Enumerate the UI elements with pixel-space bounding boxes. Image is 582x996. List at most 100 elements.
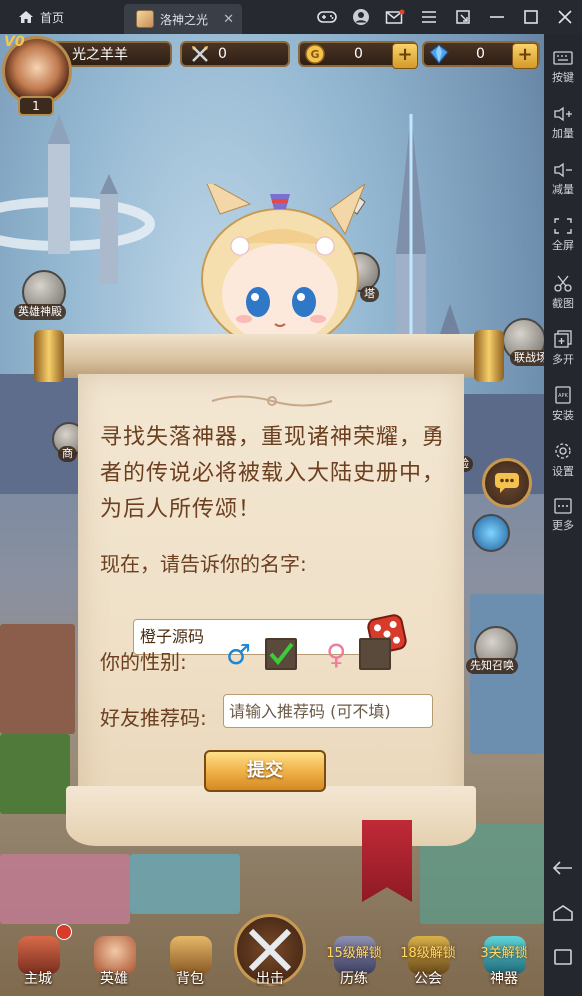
- nav-training[interactable]: 15级解锁 历练: [324, 914, 384, 996]
- crossed-swords-icon: [192, 46, 208, 62]
- scroll-left-cap: [34, 330, 64, 382]
- shop-label[interactable]: 商: [58, 446, 77, 462]
- summon-label[interactable]: 先知召唤: [466, 658, 518, 674]
- nav-bag[interactable]: 背包: [160, 914, 220, 996]
- add-gold-button[interactable]: +: [392, 43, 418, 69]
- sidebar-item-label: 安装: [552, 409, 574, 422]
- nav-label: 历练: [340, 971, 368, 987]
- teal-tent: [130, 854, 240, 914]
- sidebar-item-install-apk[interactable]: APK 安装: [544, 386, 582, 434]
- top-hud: 光之羊羊 0 G 0 + 0 +: [0, 38, 544, 70]
- mascot-girl-illustration: [200, 184, 366, 353]
- maximize-icon[interactable]: [514, 0, 548, 34]
- resize-icon[interactable]: [446, 0, 480, 34]
- sword-counter: 0: [180, 41, 290, 67]
- portal-icon[interactable]: [472, 514, 510, 552]
- submit-button[interactable]: 提交: [204, 750, 326, 792]
- sidebar-item-more[interactable]: 更多: [544, 498, 582, 546]
- name-prompt-label: 现在，请告诉你的名字:: [100, 552, 307, 576]
- sidebar-item-label: 按键: [552, 71, 574, 84]
- referral-code-input[interactable]: [223, 694, 433, 728]
- sidebar-item-multi-instance[interactable]: 多开: [544, 330, 582, 378]
- nav-lock-text: 18级解锁: [400, 946, 456, 961]
- market-stall: [0, 734, 70, 814]
- gamepad-icon[interactable]: [310, 0, 344, 34]
- sidebar-item-label: 加量: [552, 127, 574, 140]
- sidebar-item-volume-up[interactable]: 加量: [544, 106, 582, 154]
- game-viewport[interactable]: 英雄神殿 塔 联战场 商 验 先知召唤 光之羊羊 0 G 0 + 0 + V0 …: [0, 34, 544, 996]
- player-name: 光之羊羊: [72, 47, 128, 63]
- more-icon: [554, 498, 572, 514]
- keyboard-icon: [553, 51, 573, 65]
- scissors-icon: [554, 275, 572, 292]
- game-thumbnail-icon: [136, 10, 154, 28]
- menu-icon[interactable]: [412, 0, 446, 34]
- svg-text:G: G: [310, 48, 319, 61]
- sidebar-item-label: 设置: [552, 465, 574, 478]
- home-tab-label: 首页: [40, 10, 65, 25]
- volume-up-icon: [554, 106, 572, 122]
- nav-label: 公会: [414, 971, 442, 987]
- user-icon[interactable]: [344, 0, 378, 34]
- game-tab-label: 洛神之光: [160, 12, 209, 27]
- nav-lock-text: 15级解锁: [326, 946, 382, 961]
- diamond-icon: [429, 44, 449, 64]
- back-icon[interactable]: [552, 860, 574, 880]
- referral-label: 好友推荐码:: [100, 706, 207, 730]
- minimize-icon[interactable]: [480, 0, 514, 34]
- bottom-nav: 主城 英雄 背包 出击 15级解锁 历练 18级解锁 公会 3关解锁 神器: [0, 914, 544, 996]
- arena-label[interactable]: 联战场: [510, 350, 544, 366]
- chat-bubble-button[interactable]: [482, 458, 532, 508]
- sword-value: 0: [218, 46, 227, 62]
- mail-icon[interactable]: [378, 0, 412, 34]
- apk-icon: APK: [555, 386, 571, 404]
- nav-main-city[interactable]: 主城: [8, 914, 72, 996]
- close-window-icon[interactable]: [548, 0, 582, 34]
- home-tab[interactable]: 首页: [0, 0, 124, 34]
- sidebar-item-volume-down[interactable]: 减量: [544, 162, 582, 210]
- emulator-titlebar: 首页 洛神之光 ✕: [0, 0, 582, 34]
- tower-building: [470, 594, 544, 754]
- add-diamond-button[interactable]: +: [512, 43, 538, 69]
- nav-label: 出击: [256, 971, 284, 987]
- sidebar-item-label: 多开: [552, 353, 574, 366]
- fullscreen-icon: [554, 218, 572, 234]
- male-checkbox[interactable]: [265, 638, 297, 670]
- diamond-value: 0: [476, 46, 485, 62]
- level-badge: 1: [18, 96, 54, 116]
- notification-dot: [56, 924, 72, 940]
- dialog-paper-curl: [66, 786, 476, 846]
- hero-hall-label[interactable]: 英雄神殿: [14, 304, 66, 320]
- nav-label: 神器: [490, 971, 518, 987]
- male-symbol-icon: ♂: [226, 638, 252, 671]
- nav-label: 背包: [176, 971, 204, 987]
- scroll-top-roll: [40, 334, 500, 378]
- home-button-icon[interactable]: [552, 904, 574, 926]
- sidebar-item-fullscreen[interactable]: 全屏: [544, 218, 582, 266]
- multi-window-icon: [554, 330, 572, 348]
- house-red-roof: [0, 624, 75, 734]
- gender-label: 你的性别:: [100, 650, 187, 674]
- sidebar-item-label: 全屏: [552, 239, 574, 252]
- recent-apps-icon[interactable]: [553, 948, 573, 970]
- nav-label: 英雄: [100, 971, 128, 987]
- ornament-divider: [211, 395, 333, 407]
- sidebar-item-settings[interactable]: 设置: [544, 442, 582, 490]
- nav-artifact[interactable]: 3关解锁 神器: [474, 914, 534, 996]
- nav-guild[interactable]: 18级解锁 公会: [398, 914, 458, 996]
- nav-lock-text: 3关解锁: [480, 946, 528, 961]
- home-icon: [19, 11, 33, 23]
- nav-heroes[interactable]: 英雄: [84, 914, 144, 996]
- nav-battle[interactable]: 出击: [232, 914, 308, 996]
- nav-label: 主城: [24, 971, 52, 987]
- female-checkbox[interactable]: [359, 638, 391, 670]
- gold-value: 0: [354, 46, 363, 62]
- svg-text:APK: APK: [558, 393, 568, 399]
- sidebar-item-screenshot[interactable]: 截图: [544, 274, 582, 322]
- dialog-intro-text: 寻找失落神器，重现诸神荣耀，勇者的传说必将被载入大陆史册中，为后人所传颂！: [100, 425, 446, 522]
- close-tab-icon[interactable]: ✕: [223, 11, 234, 27]
- sidebar-item-label: 减量: [552, 183, 574, 196]
- game-tab[interactable]: 洛神之光 ✕: [124, 4, 242, 34]
- gear-icon: [555, 443, 571, 459]
- sidebar-item-keys[interactable]: 按键: [544, 50, 582, 98]
